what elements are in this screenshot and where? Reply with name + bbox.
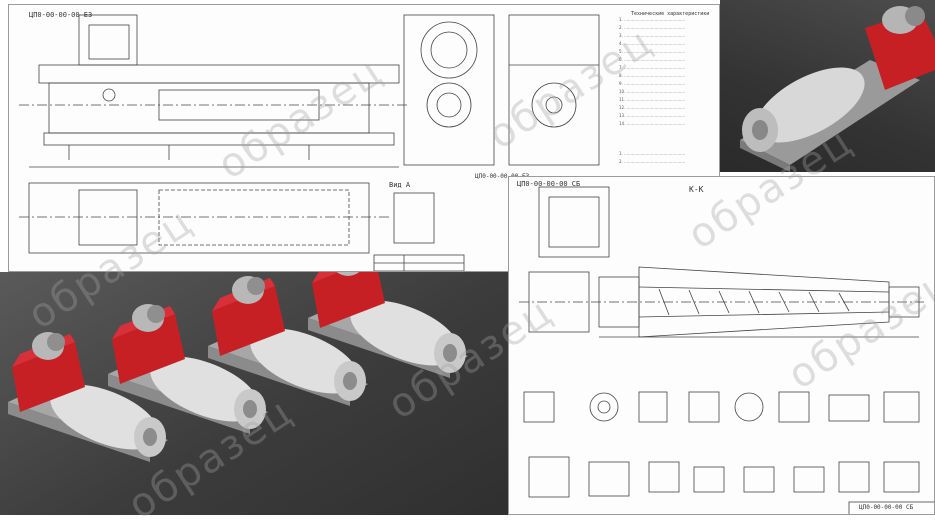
sheet1-notes-heading: Технические характеристики bbox=[631, 11, 710, 17]
svg-text:5. ...........................: 5. .....................................… bbox=[619, 49, 685, 54]
svg-text:2. ...........................: 2. .....................................… bbox=[619, 159, 685, 164]
centrifuge-render-right bbox=[740, 6, 935, 172]
svg-text:7. ...........................: 7. .....................................… bbox=[619, 65, 685, 70]
svg-text:8. ...........................: 8. .....................................… bbox=[619, 73, 685, 78]
sheet2-section-label: К-К bbox=[689, 185, 704, 194]
svg-text:9. ...........................: 9. .....................................… bbox=[619, 81, 685, 86]
svg-text:1. ...........................: 1. .....................................… bbox=[619, 17, 685, 22]
svg-text:13. ..........................: 13. ....................................… bbox=[619, 113, 685, 118]
drawing-sheet-assembly: ЦП0-00-00-00 СБ К-К ЦП0-00-00-00 СБ bbox=[508, 176, 935, 515]
svg-text:2. ...........................: 2. .....................................… bbox=[619, 25, 685, 30]
svg-text:1. ...........................: 1. .....................................… bbox=[619, 151, 685, 156]
sheet1-code: ЦП0-00-00-00 ЕЗ bbox=[29, 11, 93, 19]
sheet1-view-label: Вид А bbox=[389, 181, 411, 189]
svg-text:4. ...........................: 4. .....................................… bbox=[619, 41, 685, 46]
svg-text:11. ..........................: 11. ....................................… bbox=[619, 97, 685, 102]
render-centrifuge-row bbox=[0, 272, 515, 515]
sheet2-code: ЦП0-00-00-00 СБ bbox=[517, 180, 581, 188]
sheet2-bottom-code: ЦП0-00-00-00 СБ bbox=[859, 504, 914, 511]
assembly-section-drawing bbox=[519, 186, 934, 514]
svg-text:3. ...........................: 3. .....................................… bbox=[619, 33, 685, 38]
svg-text:12. ..........................: 12. ....................................… bbox=[619, 105, 685, 110]
centrifuge-render-row bbox=[8, 272, 469, 462]
svg-text:10. ..........................: 10. ....................................… bbox=[619, 89, 685, 94]
svg-text:6. ...........................: 6. .....................................… bbox=[619, 57, 685, 62]
render-single-centrifuge bbox=[720, 0, 935, 172]
svg-text:14. ..........................: 14. ....................................… bbox=[619, 121, 685, 126]
